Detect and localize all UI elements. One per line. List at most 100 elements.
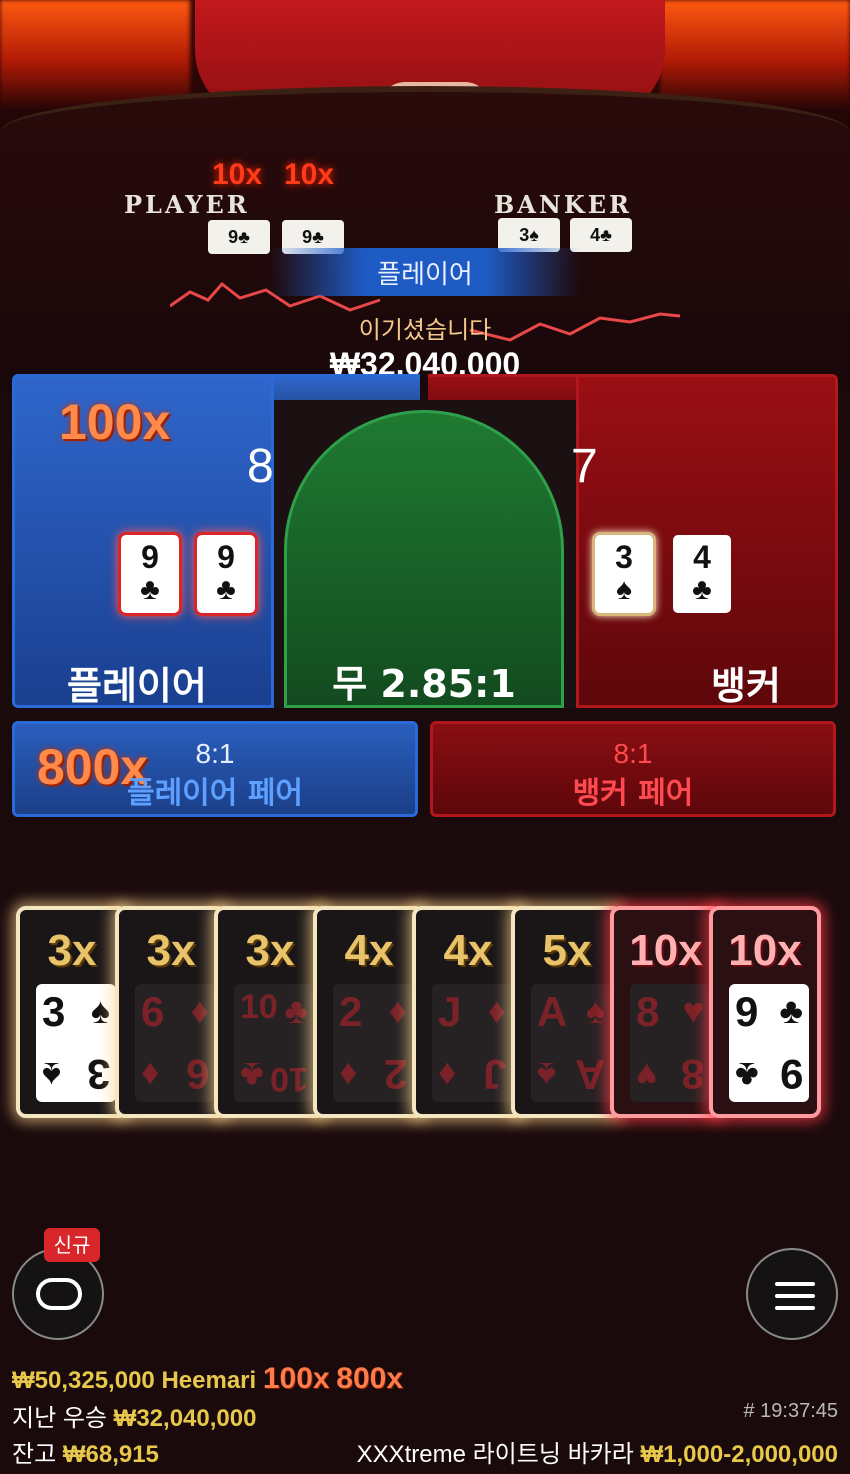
player-bet-area[interactable]: 100x 8 9 ♣ 9 ♣ 플레이어 — [12, 374, 274, 708]
table-multiplier: 10x — [284, 158, 335, 191]
banker-bet-label: 뱅커 — [711, 664, 781, 708]
card-suit: ♣ — [284, 990, 308, 1031]
round-id: # 19:37:45 — [743, 1400, 838, 1422]
card-rank: J — [482, 1051, 506, 1098]
lightning-cards-row: 3x 3 ♠ 3 ♠ 3x 6 ♦ 6 ♦ 3x 10 ♣ 10 ♣ 4x 2 ♦ 2 ♦ 4x J ♦ J ♦ 5x A ♠ A ♠ 10… — [16, 906, 836, 1118]
card-suit: ♦ — [487, 990, 506, 1031]
lightning-multiplier: 10x — [728, 926, 802, 975]
lightning-multiplier: 3x — [245, 926, 295, 975]
banker-score: 7 — [571, 440, 598, 493]
card-suit: ♦ — [339, 1055, 358, 1096]
player-multiplier: 100x — [59, 394, 171, 450]
lightning-card: 4x J ♦ J ♦ — [412, 906, 524, 1118]
last-win-row: 지난 우승 ₩32,040,000 — [12, 1398, 256, 1433]
lightning-multiplier: 3x — [47, 926, 97, 975]
card-rank: 10 — [270, 1060, 308, 1098]
lightning-card: 10x 9 ♣ 9 ♣ — [709, 906, 821, 1118]
lightning-card: 3x 3 ♠ 3 ♠ — [16, 906, 128, 1118]
card-suit: ♣ — [240, 1055, 264, 1096]
lightning-multiplier: 5x — [542, 926, 592, 975]
flame-decoration-left — [0, 0, 190, 110]
tie-bet-area[interactable]: 무 2.85:1 — [284, 410, 564, 708]
top-winner-row: ₩50,325,000 Heemari 100x 800x — [12, 1362, 403, 1396]
player-pair-label: 플레이어 페어 — [126, 776, 304, 811]
win-message: 이기셨습니다 — [358, 316, 492, 344]
card-suit: ♠ — [585, 990, 605, 1031]
card-suit: ♦ — [190, 990, 209, 1031]
lightning-card: 3x 6 ♦ 6 ♦ — [115, 906, 227, 1118]
card-rank: 8 — [680, 1051, 704, 1098]
card-suit: ♥ — [636, 1055, 658, 1096]
card-suit: ♠ — [537, 1055, 557, 1096]
last-win-amount: ₩32,040,000 — [113, 1405, 257, 1432]
lightning-card-face: 2 ♦ 2 ♦ — [333, 984, 413, 1102]
card-rank: 8 — [636, 988, 660, 1035]
card-rank: 9 — [735, 988, 759, 1035]
lightning-card-face: A ♠ A ♠ — [531, 984, 611, 1102]
lightning-card-face: 3 ♠ 3 ♠ — [36, 984, 116, 1102]
table-card: 9♣ — [208, 220, 270, 254]
lightning-card: 5x A ♠ A ♠ — [511, 906, 623, 1118]
player-card: 9 ♣ — [197, 535, 255, 613]
card-rank: 6 — [185, 1051, 209, 1098]
top-winner-multiplier: 100x — [262, 1362, 330, 1395]
card-rank: 3 — [42, 988, 66, 1035]
banker-pair-bet-area[interactable]: 8:1 뱅커 페어 — [430, 721, 836, 817]
banker-card: 3 ♠ — [595, 535, 653, 613]
top-winner-name: Heemari — [161, 1367, 257, 1394]
winner-banner: 플레이어 — [270, 248, 580, 296]
card-suit: ♦ — [438, 1055, 457, 1096]
game-info-row: XXXtreme 라이트닝 바카라 ₩1,000-2,000,000 — [357, 1434, 838, 1469]
card-rank: 2 — [339, 988, 363, 1035]
hamburger-menu-icon — [775, 1282, 815, 1312]
lightning-card-face: 10 ♣ 10 ♣ — [234, 984, 314, 1102]
card-rank: A — [537, 988, 568, 1035]
card-suit: ♣ — [779, 990, 803, 1031]
card-suit: ♥ — [682, 990, 704, 1031]
player-bet-label: 플레이어 — [67, 664, 207, 708]
player-pair-odds: 8:1 — [195, 738, 235, 769]
table-card: 4♣ — [570, 218, 632, 252]
lightning-card-face: J ♦ J ♦ — [432, 984, 512, 1102]
menu-button[interactable] — [746, 1248, 838, 1340]
lightning-card-face: 9 ♣ 9 ♣ — [729, 984, 809, 1102]
game-name: XXXtreme 라이트닝 바카라 — [356, 1441, 634, 1468]
card-rank: A — [574, 1051, 605, 1098]
lightning-multiplier: 4x — [344, 926, 394, 975]
card-rank: J — [438, 988, 462, 1035]
card-suit: ♣ — [735, 1055, 759, 1096]
lightning-card: 10x 8 ♥ 8 ♥ — [610, 906, 722, 1118]
player-card: 9 ♣ — [121, 535, 179, 613]
balance-label: 잔고 — [12, 1441, 57, 1468]
card-suit: ♦ — [388, 990, 407, 1031]
bet-limits: ₩1,000-2,000,000 — [640, 1441, 838, 1468]
card-suit: ♠ — [42, 1055, 62, 1096]
balance-row: 잔고 ₩68,915 — [12, 1434, 159, 1469]
player-score: 8 — [247, 440, 274, 493]
chat-icon — [36, 1278, 82, 1310]
card-rank: 10 — [240, 988, 278, 1026]
last-win-label: 지난 우승 — [12, 1405, 107, 1432]
lightning-card-face: 6 ♦ 6 ♦ — [135, 984, 215, 1102]
top-winner-multiplier: 800x — [336, 1362, 404, 1395]
card-rank: 2 — [383, 1051, 407, 1098]
lightning-card: 3x 10 ♣ 10 ♣ — [214, 906, 326, 1118]
lightning-card-face: 8 ♥ 8 ♥ — [630, 984, 710, 1102]
table-multiplier: 10x — [212, 158, 263, 191]
banker-bet-area[interactable]: 7 3 ♠ 4 ♣ 뱅커 — [571, 374, 838, 708]
lightning-multiplier: 10x — [629, 926, 703, 975]
card-rank: 9 — [779, 1051, 803, 1098]
lightning-multiplier: 3x — [146, 926, 196, 975]
player-pair-bet-area[interactable]: 800x 8:1 플레이어 페어 — [12, 721, 418, 817]
lightning-card: 4x 2 ♦ 2 ♦ — [313, 906, 425, 1118]
card-rank: 3 — [86, 1051, 110, 1098]
banker-pair-label: 뱅커 페어 — [572, 776, 694, 811]
table-player-label: PLAYER — [124, 190, 250, 219]
card-suit: ♠ — [90, 990, 110, 1031]
flame-decoration-right — [660, 0, 850, 110]
top-winner-amount: ₩50,325,000 — [12, 1367, 155, 1394]
card-suit: ♦ — [141, 1055, 160, 1096]
banker-pair-odds: 8:1 — [613, 738, 653, 769]
tie-bet-label: 무 2.85:1 — [332, 662, 516, 706]
new-badge: 신규 — [44, 1228, 100, 1262]
